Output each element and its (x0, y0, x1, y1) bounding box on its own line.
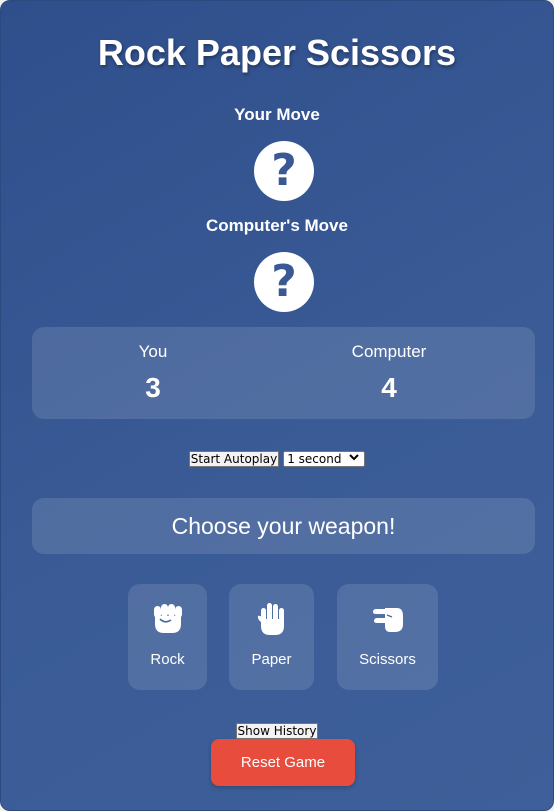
computer-score-value: 4 (381, 372, 397, 403)
player-move-symbol: ? (271, 145, 297, 196)
paper-label: Paper (251, 651, 292, 668)
weapon-prompt-panel: Choose your weapon! (32, 498, 535, 554)
scoreboard: You 3 Computer 4 (32, 327, 535, 419)
game-container: Rock Paper Scissors Your Move ? Computer… (0, 0, 554, 811)
computer-move-symbol: ? (271, 256, 297, 307)
fist-icon (128, 602, 207, 636)
scissors-button[interactable]: Scissors (337, 584, 438, 690)
scissors-hand-icon (337, 602, 438, 636)
start-autoplay-button[interactable]: Start Autoplay (188, 451, 280, 467)
player-move-label: Your Move (234, 105, 320, 124)
autoplay-controls: Start Autoplay 1 second (1, 451, 553, 467)
player-score-label: You (138, 342, 168, 361)
paper-button[interactable]: Paper (229, 584, 314, 690)
computer-move-label: Computer's Move (206, 216, 348, 235)
player-score-value: 3 (145, 372, 161, 403)
history-controls: Show History (1, 723, 553, 739)
open-hand-icon (229, 602, 314, 636)
show-history-button[interactable]: Show History (235, 723, 319, 739)
page-title: Rock Paper Scissors (97, 32, 457, 73)
scissors-label: Scissors (359, 651, 416, 668)
weapon-prompt-text: Choose your weapon! (171, 513, 396, 539)
computer-score-label: Computer (351, 342, 427, 361)
chevron-down-icon (349, 453, 359, 465)
rock-label: Rock (150, 651, 185, 668)
rock-button[interactable]: Rock (128, 584, 207, 690)
computer-move-question-icon: ? (254, 252, 314, 312)
autoplay-interval-select[interactable]: 1 second (283, 451, 366, 467)
autoplay-interval-value: 1 second (287, 452, 342, 466)
reset-game-button[interactable]: Reset Game (211, 739, 355, 786)
player-move-question-icon: ? (254, 141, 314, 201)
